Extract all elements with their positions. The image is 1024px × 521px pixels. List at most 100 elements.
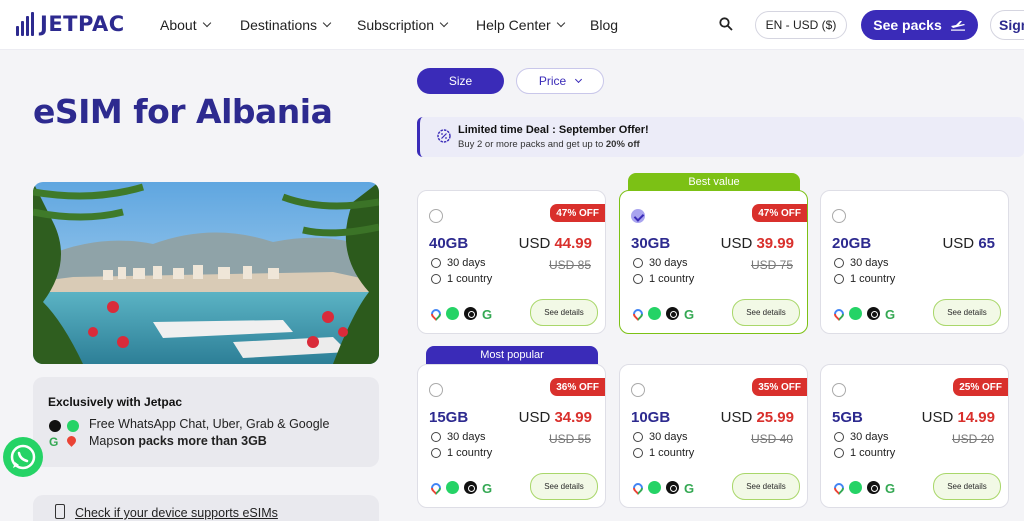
pack-radio[interactable] — [429, 383, 443, 397]
whatsapp-chat-button[interactable] — [3, 437, 43, 477]
pack-price: USD 25.99 — [721, 409, 794, 426]
duration-text: 30 days — [649, 257, 688, 269]
uber-icon — [49, 420, 61, 432]
included-apps: G — [831, 480, 896, 496]
see-details-button[interactable]: See details — [530, 473, 598, 500]
google-maps-icon — [65, 434, 78, 447]
pack-card[interactable]: 25% OFF 5GB USD 14.99 USD 20 30 days 1 countr… — [820, 364, 1009, 508]
google-icon: G — [482, 307, 493, 322]
whatsapp-icon — [849, 481, 862, 494]
original-price: USD 40 — [750, 432, 793, 446]
pack-size: 10GB — [631, 409, 671, 426]
see-packs-label: See packs — [873, 17, 942, 33]
included-apps: G — [630, 306, 694, 322]
see-details-button[interactable]: See details — [933, 299, 1001, 326]
pack-card[interactable]: 35% OFF 10GB USD 25.99 USD 40 30 days 1 count… — [619, 364, 808, 508]
coverage-text: 1 country — [649, 447, 695, 459]
sign-in-button[interactable]: Sign — [990, 10, 1024, 40]
whatsapp-icon — [648, 307, 661, 320]
pack-card[interactable]: 47% OFF 40GB USD 44.99 USD 85 30 days 1 count… — [417, 190, 606, 334]
google-icon: G — [885, 307, 896, 322]
clock-icon — [633, 258, 643, 268]
filter-price-button[interactable]: Price — [516, 68, 604, 94]
coverage-text: 1 country — [649, 273, 695, 285]
see-details-button[interactable]: See details — [530, 299, 598, 326]
see-details-button[interactable]: See details — [732, 473, 800, 500]
filter-size-button[interactable]: Size — [417, 68, 504, 94]
page-title: eSIM for Albania — [33, 92, 333, 131]
pack-card[interactable]: 36% OFF 15GB USD 34.99 USD 55 30 days 1 count… — [417, 364, 606, 508]
language-currency-button[interactable]: EN - USD ($) — [755, 11, 847, 39]
duration-row: 30 days — [834, 257, 889, 269]
coverage-row: 1 country — [431, 447, 492, 459]
google-icon: G — [885, 481, 896, 496]
google-maps-icon — [831, 306, 847, 321]
coverage-text: 1 country — [447, 273, 493, 285]
pack-size: 30GB — [631, 235, 671, 252]
clock-icon — [834, 258, 844, 268]
duration-row: 30 days — [633, 431, 688, 443]
pack-price: USD 34.99 — [519, 409, 592, 426]
discount-badge: 25% OFF — [953, 378, 1008, 396]
google-maps-icon — [831, 480, 847, 495]
globe-icon — [633, 448, 643, 458]
discount-badge-icon — [437, 129, 451, 143]
price-value: 65 — [978, 235, 995, 252]
pack-radio[interactable] — [631, 209, 645, 223]
google-icon: G — [684, 481, 695, 496]
see-packs-button[interactable]: See packs — [861, 10, 978, 40]
device-check-bar[interactable]: Check if your device supports eSIMs — [33, 495, 379, 521]
nav-label: Help Center — [476, 17, 551, 33]
nav-destinations[interactable]: Destinations — [240, 17, 332, 33]
pack-radio[interactable] — [832, 383, 846, 397]
chevron-down-icon — [439, 18, 449, 28]
currency: USD — [518, 235, 551, 252]
nav-subscription[interactable]: Subscription — [357, 17, 449, 33]
pack-radio[interactable] — [832, 209, 846, 223]
nav-help-center[interactable]: Help Center — [476, 17, 565, 33]
whatsapp-icon — [446, 481, 459, 494]
duration-row: 30 days — [834, 431, 889, 443]
globe-icon — [431, 274, 441, 284]
duration-text: 30 days — [447, 431, 486, 443]
price-value: 14.99 — [957, 409, 995, 426]
pack-size: 20GB — [832, 235, 872, 252]
logo-bars-icon — [16, 12, 36, 36]
deal-banner: Limited time Deal : September Offer! Buy… — [417, 117, 1024, 157]
whatsapp-icon — [67, 420, 79, 432]
nav-label: Destinations — [240, 17, 318, 33]
search-icon[interactable] — [719, 17, 733, 31]
nav-blog[interactable]: Blog — [590, 17, 618, 33]
best-value-banner: Best value — [628, 173, 800, 191]
discount-badge: 36% OFF — [550, 378, 605, 396]
see-details-button[interactable]: See details — [732, 299, 800, 326]
nav-about[interactable]: About — [160, 17, 211, 33]
deal-sub-prefix: Buy 2 or more packs and get up to — [458, 139, 606, 150]
uber-icon — [464, 481, 477, 494]
pack-radio[interactable] — [429, 209, 443, 223]
pack-radio[interactable] — [631, 383, 645, 397]
clock-icon — [834, 432, 844, 442]
clock-icon — [431, 432, 441, 442]
pack-card[interactable]: 47% OFF 30GB USD 39.99 USD 75 30 days 1 count… — [619, 190, 808, 334]
google-maps-icon — [630, 306, 646, 321]
pack-price: USD 39.99 — [721, 235, 794, 252]
exclusive-line-2: Mapson packs more than 3GB — [89, 434, 267, 448]
device-check-link[interactable]: Check if your device supports eSIMs — [75, 506, 278, 520]
duration-row: 30 days — [431, 431, 486, 443]
pack-card[interactable]: 20GB USD 65 30 days 1 country G See details — [820, 190, 1009, 334]
jetpac-logo[interactable]: JETPAC — [16, 12, 125, 36]
pack-size: 15GB — [429, 409, 469, 426]
duration-text: 30 days — [447, 257, 486, 269]
currency: USD — [942, 235, 975, 252]
uber-icon — [867, 307, 880, 320]
discount-badge: 47% OFF — [752, 204, 807, 222]
see-details-button[interactable]: See details — [933, 473, 1001, 500]
uber-icon — [666, 307, 679, 320]
uber-icon — [464, 307, 477, 320]
original-price: USD 75 — [750, 258, 793, 272]
price-value: 25.99 — [756, 409, 794, 426]
price-value: 44.99 — [554, 235, 592, 252]
currency: USD — [720, 235, 753, 252]
price-value: 34.99 — [554, 409, 592, 426]
